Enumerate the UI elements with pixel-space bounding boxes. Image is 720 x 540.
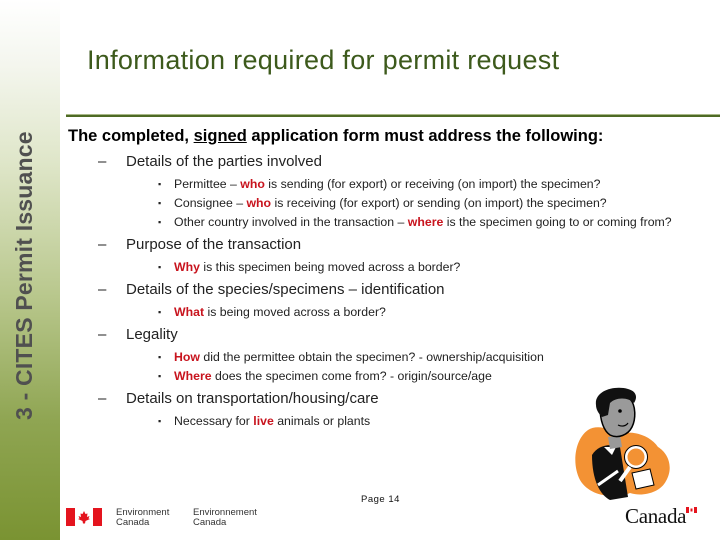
intro-underlined: signed <box>193 127 247 145</box>
bullet-marker: ▪ <box>158 416 162 426</box>
intro-text: The completed, signed application form m… <box>68 127 708 146</box>
bullet-item: ▪ What is being moved across a border? <box>158 304 694 320</box>
highlight-keyword: How <box>174 350 200 364</box>
bullet-marker: ▪ <box>158 217 162 227</box>
bullet-text-post: is receiving (for export) or sending (on… <box>271 196 607 210</box>
section-title-vertical: 3 - CITES Permit Issuance <box>11 131 37 420</box>
bullet-item: ▪ How did the permittee obtain the specim… <box>158 349 694 365</box>
bullet-list: ▪ How did the permittee obtain the specim… <box>68 349 708 384</box>
eye <box>618 409 622 413</box>
dash-marker: – <box>98 326 107 343</box>
section-heading: – Details of the species/specimens – iden… <box>98 281 708 298</box>
bullet-text-post: is sending (for export) or receiving (on… <box>264 177 601 191</box>
highlight-keyword: Where <box>174 369 212 383</box>
intro-after: application form must address the follow… <box>246 127 604 145</box>
bullet-item: ▪ Consignee – who is receiving (for expor… <box>158 195 694 211</box>
bullet-text-pre: Permittee – <box>174 177 241 191</box>
bullet-text-post: does the specimen come from? - origin/so… <box>211 369 492 383</box>
section-heading: – Purpose of the transaction <box>98 236 708 253</box>
intro-before: The completed, <box>68 127 194 145</box>
bullet-list: ▪ What is being moved across a border? <box>68 304 708 320</box>
title-divider <box>66 114 720 117</box>
dash-marker: – <box>98 153 107 170</box>
highlight-keyword: live <box>253 414 274 428</box>
bullet-text-pre: Consignee – <box>174 196 247 210</box>
dept-en-line2: Canada <box>116 517 150 528</box>
section-heading: – Details of the parties involved <box>98 153 708 170</box>
slide-title: Information required for permit request <box>87 45 560 75</box>
department-name-french: Environnement Canada <box>193 508 257 528</box>
section-heading-text: Details on transportation/housing/care <box>126 390 379 407</box>
bullet-marker: ▪ <box>158 262 162 272</box>
bullet-marker: ▪ <box>158 198 162 208</box>
canada-flag-icon <box>66 508 102 526</box>
bullet-text-post: did the permittee obtain the specimen? -… <box>199 350 544 364</box>
bullet-marker: ▪ <box>158 352 162 362</box>
highlight-keyword: where <box>407 215 444 229</box>
bullet-item: ▪ Other country involved in the transacti… <box>158 214 694 230</box>
section-heading-text: Purpose of the transaction <box>126 236 302 253</box>
slide: 3 - CITES Permit Issuance Information re… <box>0 0 720 540</box>
notepad <box>631 468 655 490</box>
dept-fr-line2: Canada <box>193 517 227 528</box>
inspector-with-magnifying-glass-icon <box>575 387 670 500</box>
highlight-keyword: Why <box>174 260 200 274</box>
section-heading-text: Details of the species/specimens – ident… <box>126 281 445 298</box>
highlight-keyword: who <box>246 196 272 210</box>
bullet-marker: ▪ <box>158 371 162 381</box>
sidebar-band: 3 - CITES Permit Issuance <box>0 0 60 540</box>
bullet-item: ▪ Where does the specimen come from? - or… <box>158 368 694 384</box>
bullet-list: ▪ Why is this specimen being moved across… <box>68 259 708 275</box>
bullet-text-post: is this specimen being moved across a bo… <box>199 260 461 274</box>
department-name-english: Environment Canada <box>116 508 169 528</box>
page-number: Page 14 <box>361 494 400 505</box>
bullet-marker: ▪ <box>158 179 162 189</box>
bullet-marker: ▪ <box>158 307 162 317</box>
section-heading: – Legality <box>98 326 708 343</box>
bullet-text-post: animals or plants <box>273 414 371 428</box>
bullet-text-pre: Necessary for <box>174 414 254 428</box>
bullet-item: ▪ Why is this specimen being moved across… <box>158 259 694 275</box>
dash-marker: – <box>98 236 107 253</box>
bullet-text-pre: Other country involved in the transactio… <box>174 215 408 229</box>
section-heading-text: Legality <box>126 326 178 343</box>
highlight-keyword: who <box>240 177 265 191</box>
section-heading-text: Details of the parties involved <box>126 153 322 170</box>
bullet-text-post: is being moved across a border? <box>204 305 386 319</box>
canada-wordmark: Canada <box>625 504 687 528</box>
wordmark-flag-icon <box>686 507 697 513</box>
dash-marker: – <box>98 281 107 298</box>
bullet-item: ▪ Permittee – who is sending (for export)… <box>158 176 694 192</box>
bullet-text-post: is the specimen going to or coming from? <box>443 215 672 229</box>
highlight-keyword: What <box>174 305 205 319</box>
bullet-list: ▪ Permittee – who is sending (for export)… <box>68 176 708 230</box>
dash-marker: – <box>98 390 107 407</box>
